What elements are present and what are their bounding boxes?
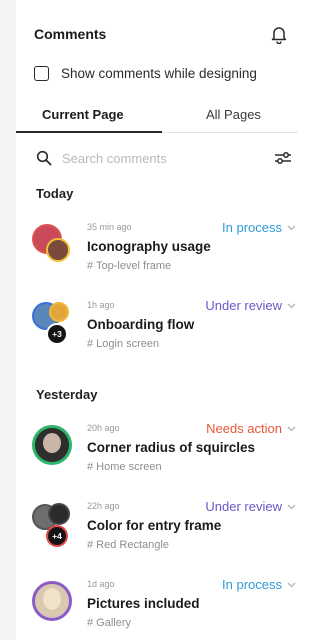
comment-item[interactable]: +4 22h ago Under review Color for entry … <box>32 499 298 571</box>
avatar-group <box>32 224 76 268</box>
comment-frame: # Gallery <box>87 617 132 629</box>
comment-frame: # Top-level frame <box>87 260 172 272</box>
canvas-edge <box>0 0 16 640</box>
tab-current-page[interactable]: Current Page <box>42 107 124 122</box>
filter-icon[interactable] <box>274 150 292 166</box>
avatar-group <box>32 581 76 625</box>
comment-item[interactable]: +3 1h ago Under review Onboarding flow #… <box>32 298 298 370</box>
avatar <box>49 302 69 322</box>
chevron-down-icon[interactable] <box>287 424 296 433</box>
comment-title: Onboarding flow <box>87 317 195 332</box>
search-bar <box>34 145 296 171</box>
chevron-down-icon[interactable] <box>287 502 296 511</box>
avatar-group: +4 <box>32 503 76 547</box>
comment-title: Iconography usage <box>87 239 211 254</box>
bell-icon[interactable] <box>270 24 288 44</box>
avatar <box>48 503 70 525</box>
avatar-group: +3 <box>32 302 76 346</box>
comment-item[interactable]: 1d ago In process Pictures included # Ga… <box>32 577 298 640</box>
comment-timestamp: 20h ago <box>87 423 120 433</box>
panel-title: Comments <box>34 26 107 42</box>
comment-timestamp: 35 min ago <box>87 222 132 232</box>
comment-title: Pictures included <box>87 596 200 611</box>
status-dropdown[interactable]: Under review <box>205 499 282 514</box>
chevron-down-icon[interactable] <box>287 580 296 589</box>
status-dropdown[interactable]: Under review <box>205 298 282 313</box>
comment-timestamp: 1d ago <box>87 579 115 589</box>
comments-panel: Comments Show comments while designing C… <box>16 0 298 640</box>
section-label-today: Today <box>36 186 74 201</box>
avatar <box>46 238 70 262</box>
comment-item[interactable]: 20h ago Needs action Corner radius of sq… <box>32 421 298 493</box>
show-while-designing-label: Show comments while designing <box>61 65 257 81</box>
comment-frame: # Home screen <box>87 461 162 473</box>
panel-header: Comments <box>16 22 298 48</box>
avatar-group <box>32 425 76 469</box>
participant-count-badge: +3 <box>46 323 68 345</box>
comment-title: Color for entry frame <box>87 518 222 533</box>
chevron-down-icon[interactable] <box>287 301 296 310</box>
status-dropdown[interactable]: Needs action <box>206 421 282 436</box>
avatar <box>43 433 61 453</box>
avatar <box>43 588 61 610</box>
active-tab-indicator <box>16 131 162 133</box>
show-while-designing-checkbox[interactable] <box>34 65 49 81</box>
tab-all-pages[interactable]: All Pages <box>206 107 261 122</box>
chevron-down-icon[interactable] <box>287 223 296 232</box>
comment-frame: # Login screen <box>87 338 160 350</box>
comment-title: Corner radius of squircles <box>87 440 256 455</box>
status-dropdown[interactable]: In process <box>222 220 282 235</box>
participant-count-badge: +4 <box>46 525 68 547</box>
show-while-designing-toggle[interactable]: Show comments while designing <box>34 62 257 84</box>
comment-item[interactable]: 35 min ago In process Iconography usage … <box>32 220 298 292</box>
search-input[interactable] <box>62 148 252 168</box>
search-icon <box>36 150 52 166</box>
section-label-yesterday: Yesterday <box>36 387 98 402</box>
comment-timestamp: 1h ago <box>87 300 115 310</box>
page-tabs: Current Page All Pages <box>16 100 298 133</box>
comment-timestamp: 22h ago <box>87 501 120 511</box>
status-dropdown[interactable]: In process <box>222 577 282 592</box>
comment-frame: # Red Rectangle <box>87 539 169 551</box>
